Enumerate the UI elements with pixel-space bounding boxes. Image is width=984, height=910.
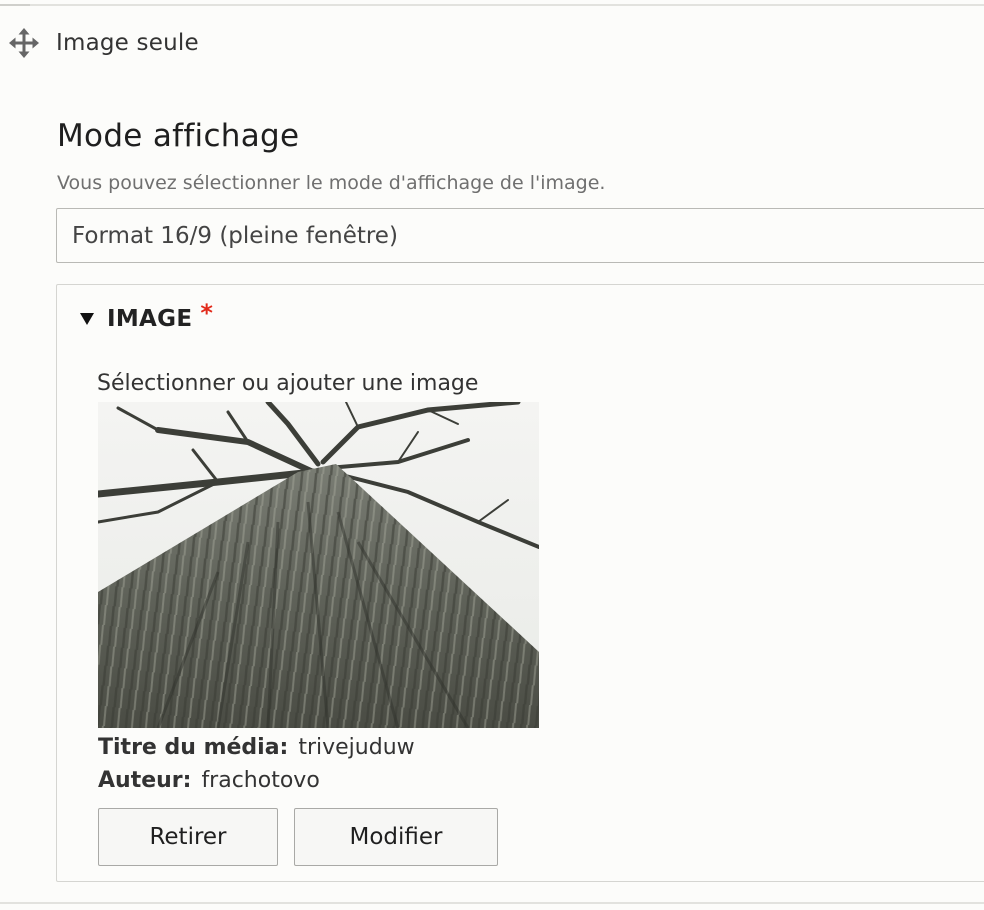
media-thumbnail bbox=[98, 402, 539, 728]
author-label: Auteur: bbox=[98, 768, 192, 793]
bottom-divider bbox=[0, 902, 984, 904]
top-divider-accent bbox=[0, 4, 30, 6]
edit-button[interactable]: Modifier bbox=[294, 808, 498, 866]
move-arrows-icon[interactable] bbox=[8, 27, 40, 59]
remove-button[interactable]: Retirer bbox=[98, 808, 278, 866]
display-mode-label: Mode affichage bbox=[57, 118, 300, 154]
expanded-triangle-icon bbox=[80, 313, 94, 325]
paragraph-type-label: Image seule bbox=[56, 30, 199, 56]
image-details-summary[interactable]: IMAGE * bbox=[80, 299, 213, 333]
media-title-label: Titre du média: bbox=[98, 735, 289, 760]
image-details-title: IMAGE bbox=[107, 306, 193, 332]
display-mode-select[interactable]: Format 16/9 (pleine fenêtre) bbox=[56, 208, 984, 263]
display-mode-selected-value: Format 16/9 (pleine fenêtre) bbox=[72, 222, 398, 249]
media-title-value: trivejuduw bbox=[298, 735, 415, 760]
paragraph-header: Image seule bbox=[8, 26, 199, 60]
author-line: Auteur: frachotovo bbox=[98, 768, 320, 793]
required-marker: * bbox=[200, 299, 213, 327]
media-title-line: Titre du média: trivejuduw bbox=[98, 735, 415, 760]
paragraph-form: Image seule Mode affichage Vous pouvez s… bbox=[0, 0, 984, 910]
select-image-hint: Sélectionner ou ajouter une image bbox=[97, 371, 479, 396]
top-divider bbox=[0, 4, 984, 6]
image-details: IMAGE * Sélectionner ou ajouter une imag… bbox=[56, 284, 984, 882]
display-mode-description: Vous pouvez sélectionner le mode d'affic… bbox=[57, 172, 606, 194]
author-value: frachotovo bbox=[201, 768, 320, 793]
